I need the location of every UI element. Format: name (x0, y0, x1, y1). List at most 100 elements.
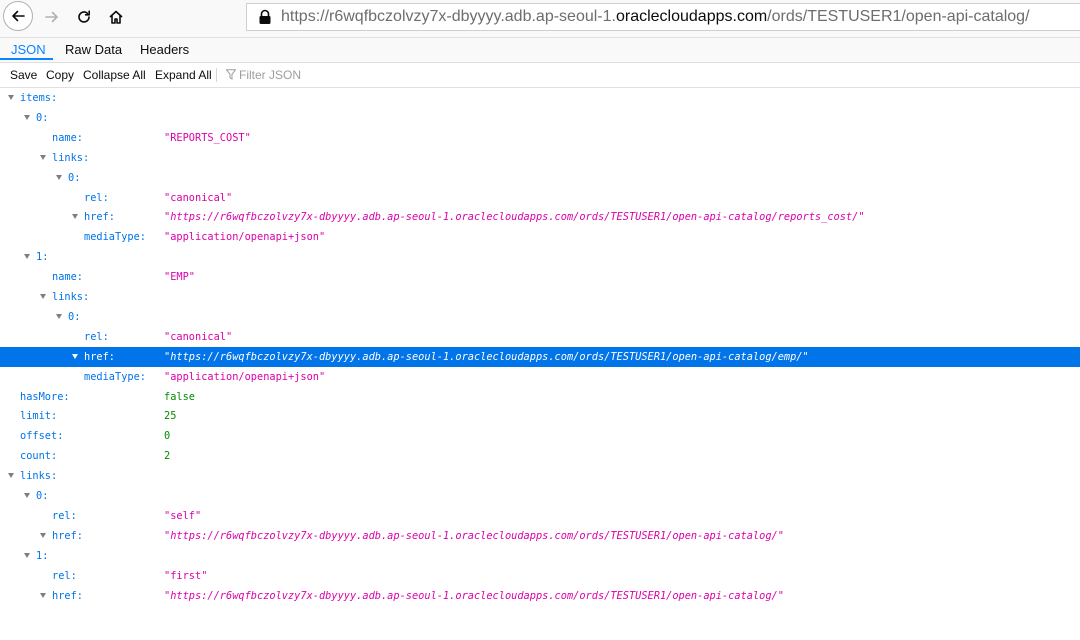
json-row[interactable]: rel: "canonical" (0, 188, 1080, 208)
forward-button[interactable] (37, 2, 67, 32)
expand-toggle-icon[interactable] (40, 154, 46, 160)
json-row[interactable]: 1: (0, 546, 1080, 566)
json-key: mediaType: (84, 370, 146, 383)
json-row[interactable]: name: "REPORTS_COST" (0, 128, 1080, 148)
viewer-tabs: JSON Raw Data Headers (0, 38, 1080, 63)
json-key: rel: (52, 509, 77, 522)
filter-json-input[interactable]: Filter JSON (239, 63, 301, 87)
json-row[interactable]: href: "https://r6wqfbczolvzy7x-dbyyyy.adb… (0, 526, 1080, 546)
json-key: 1: (36, 251, 49, 264)
json-row[interactable]: 1: (0, 247, 1080, 267)
tab-raw-data[interactable]: Raw Data (65, 38, 122, 62)
json-key: rel: (84, 330, 109, 343)
expand-all-button[interactable]: Expand All (155, 63, 212, 87)
json-value: false (164, 390, 195, 403)
json-key: href: (84, 350, 115, 363)
json-value: 0 (164, 430, 171, 443)
expand-toggle-icon[interactable] (8, 473, 14, 479)
json-row[interactable]: href: "https://r6wqfbczolvzy7x-dbyyyy.adb… (0, 207, 1080, 227)
json-row[interactable]: hasMore: false (0, 387, 1080, 407)
json-row[interactable]: 0: (0, 168, 1080, 188)
json-key: links: (20, 470, 58, 483)
json-value: "https://r6wqfbczolvzy7x-dbyyyy.adb.ap-s… (164, 211, 865, 224)
home-button[interactable] (101, 2, 131, 32)
url-bar[interactable]: https://r6wqfbczolvzy7x-dbyyyy.adb.ap-se… (246, 3, 1080, 31)
expand-toggle-icon[interactable] (40, 294, 46, 299)
json-row[interactable]: count: 2 (0, 446, 1080, 466)
json-row[interactable]: rel: "canonical" (0, 327, 1080, 347)
copy-button[interactable]: Copy (46, 63, 74, 87)
json-value: "REPORTS_COST" (164, 131, 251, 144)
collapse-all-button[interactable]: Collapse All (83, 63, 146, 87)
url-prefix: https://r6wqfbczolvzy7x-dbyyyy.adb.ap-se… (281, 8, 616, 25)
expand-toggle-icon[interactable] (72, 214, 78, 220)
json-key: rel: (52, 569, 77, 582)
json-row[interactable]: name: "EMP" (0, 267, 1080, 287)
json-row[interactable]: links: (0, 287, 1080, 307)
expand-toggle-icon[interactable] (8, 95, 14, 100)
expand-toggle-icon[interactable] (56, 313, 62, 319)
json-key: name: (52, 271, 83, 284)
back-button[interactable] (3, 1, 33, 31)
json-row[interactable]: rel: "self" (0, 506, 1080, 526)
json-value: "canonical" (164, 191, 233, 204)
json-key: 0: (36, 111, 49, 124)
json-row[interactable]: items: (0, 88, 1080, 108)
json-row[interactable]: limit: 25 (0, 406, 1080, 426)
json-key: 1: (36, 549, 49, 562)
json-row[interactable]: offset: 0 (0, 426, 1080, 446)
json-row[interactable]: links: (0, 466, 1080, 486)
json-key: 0: (68, 310, 81, 323)
json-key: 0: (36, 490, 49, 502)
save-button[interactable]: Save (10, 63, 37, 87)
json-key: links: (52, 151, 90, 164)
json-key: limit: (20, 410, 58, 423)
json-key: offset: (20, 430, 64, 443)
json-key: rel: (84, 191, 109, 204)
home-icon (109, 10, 123, 24)
json-value: 25 (164, 410, 177, 423)
json-value: "canonical" (164, 330, 233, 343)
json-value: 2 (164, 450, 171, 463)
expand-toggle-icon[interactable] (40, 532, 46, 538)
reload-button[interactable] (69, 2, 99, 32)
back-arrow-icon (12, 10, 25, 22)
json-key: href: (52, 529, 83, 542)
tab-headers[interactable]: Headers (140, 38, 189, 62)
expand-toggle-icon[interactable] (40, 592, 46, 598)
json-key: name: (52, 131, 83, 144)
browser-toolbar: https://r6wqfbczolvzy7x-dbyyyy.adb.ap-se… (0, 0, 1080, 38)
expand-toggle-icon[interactable] (24, 114, 30, 120)
json-key: mediaType: (84, 231, 146, 244)
json-row[interactable]: 0: (0, 486, 1080, 506)
json-value: "application/openapi+json" (164, 370, 326, 383)
url-suffix: /ords/TESTUSER1/open-api-catalog/ (767, 8, 1030, 25)
json-row[interactable]: rel: "first" (0, 566, 1080, 586)
json-row[interactable]: href: "https://r6wqfbczolvzy7x-dbyyyy.adb… (0, 586, 1080, 606)
json-key: href: (52, 589, 83, 602)
expand-toggle-icon[interactable] (24, 254, 30, 260)
selected-tab-indicator (0, 58, 53, 60)
forward-arrow-icon (45, 11, 58, 23)
url-domain: oraclecloudapps.com (615, 8, 768, 25)
json-value: "application/openapi+json" (164, 231, 326, 244)
json-row[interactable]: href: "https://r6wqfbczolvzy7x-dbyyyy.adb… (0, 346, 1080, 367)
json-row[interactable]: 0: (0, 307, 1080, 327)
json-row[interactable]: 0: (0, 108, 1080, 128)
json-row[interactable]: links: (0, 148, 1080, 168)
expand-toggle-icon[interactable] (56, 174, 62, 180)
expand-toggle-icon[interactable] (24, 552, 30, 558)
json-key: hasMore: (20, 390, 70, 403)
expand-toggle-icon[interactable] (72, 353, 78, 359)
json-value: "https://r6wqfbczolvzy7x-dbyyyy.adb.ap-s… (164, 529, 784, 542)
json-value: "first" (164, 569, 208, 582)
toolbar-divider (216, 68, 217, 82)
json-toolbar: Save Copy Collapse All Expand All Filter… (0, 63, 1080, 88)
json-value: "https://r6wqfbczolvzy7x-dbyyyy.adb.ap-s… (164, 589, 784, 602)
json-value: "EMP" (164, 271, 195, 284)
json-row[interactable]: mediaType: "application/openapi+json" (0, 227, 1080, 247)
json-row[interactable]: mediaType: "application/openapi+json" (0, 367, 1080, 387)
json-key: 0: (68, 171, 81, 184)
expand-toggle-icon[interactable] (24, 493, 30, 498)
reload-icon (78, 10, 90, 23)
